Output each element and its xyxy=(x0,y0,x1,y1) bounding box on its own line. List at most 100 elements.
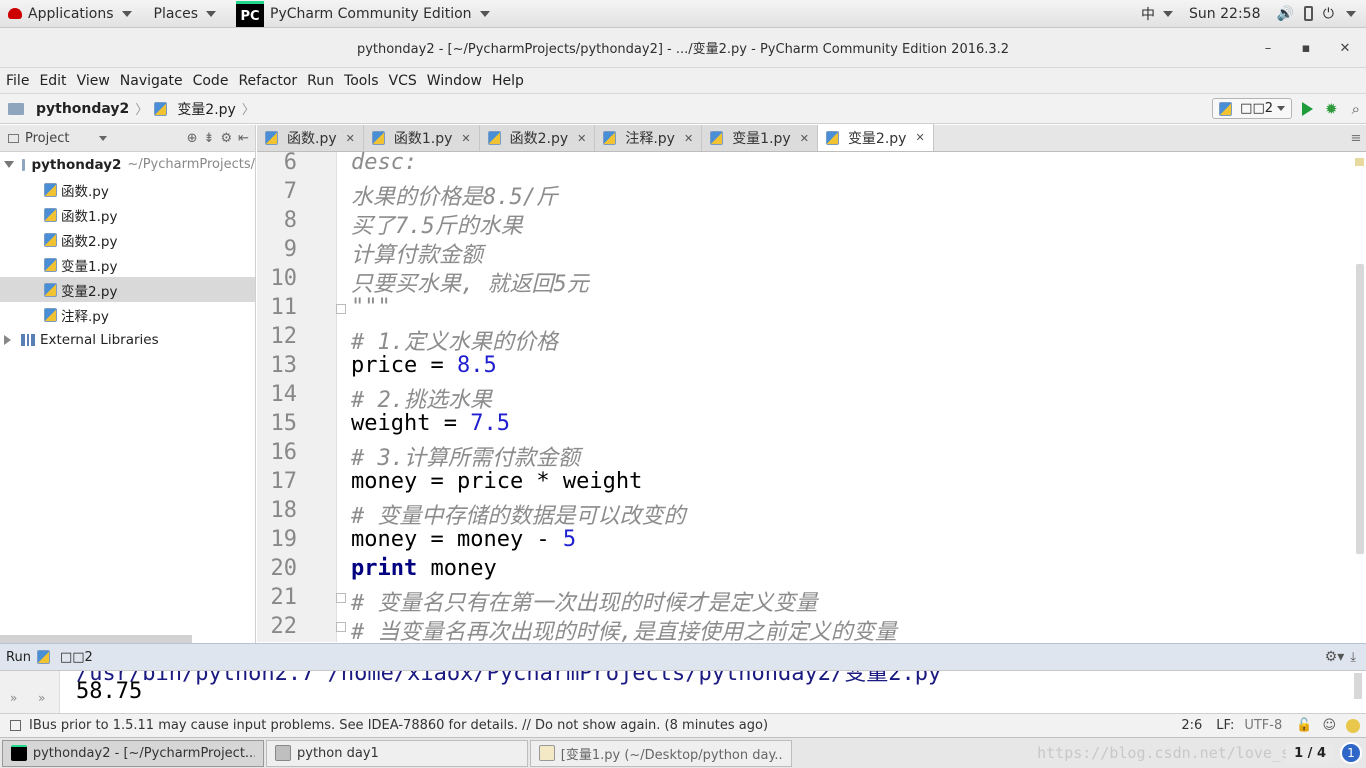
run-console[interactable]: » » /usr/bin/python2.7 /home/xiaox/Pycha… xyxy=(0,671,1366,713)
fold-marker-icon[interactable] xyxy=(336,304,346,314)
console-scrollbar[interactable] xyxy=(1354,673,1362,699)
caret-position[interactable]: 2:6 xyxy=(1181,718,1202,733)
settings-gear-icon[interactable]: ⚙▾ xyxy=(1325,649,1345,665)
tab-hanshu[interactable]: 函数.py ✕ xyxy=(257,125,364,151)
task-python-day1[interactable]: python day1 xyxy=(266,739,528,767)
editor-vertical-scrollbar[interactable] xyxy=(1356,264,1364,554)
menu-tools[interactable]: Tools xyxy=(344,73,387,89)
system-menu[interactable]: 🔊 ⏻ xyxy=(1268,0,1366,28)
lock-icon[interactable]: 🔓 xyxy=(1296,718,1312,733)
clock[interactable]: Sun 22:58 xyxy=(1181,0,1268,28)
task-gedit[interactable]: [变量1.py (~/Desktop/python day... xyxy=(530,739,792,767)
menu-navigate[interactable]: Navigate xyxy=(120,73,191,89)
tree-root-folder[interactable]: pythonday2 ~/PycharmProjects/ xyxy=(0,152,255,177)
menu-vcs[interactable]: VCS xyxy=(389,73,425,89)
fold-marker-icon[interactable] xyxy=(336,622,346,632)
fold-marker-icon[interactable] xyxy=(336,593,346,603)
task-pycharm[interactable]: pythonday2 - [~/PycharmProject... xyxy=(2,739,264,767)
project-view-select[interactable]: Project xyxy=(25,131,69,146)
debug-button[interactable]: ✹ xyxy=(1325,100,1338,118)
menu-window[interactable]: Window xyxy=(427,73,490,89)
tab-menu-icon[interactable]: ≡ xyxy=(1346,125,1366,151)
chevron-down-icon[interactable] xyxy=(99,135,108,141)
top-panel: Applications Places PC PyCharm Community… xyxy=(0,0,1366,28)
collapse-all-icon[interactable]: ⇟ xyxy=(204,131,215,146)
close-tab-icon[interactable]: ✕ xyxy=(461,132,470,145)
tab-zhushi[interactable]: 注释.py ✕ xyxy=(595,125,703,151)
code-token: money = money - xyxy=(351,527,563,552)
applications-menu[interactable]: Applications xyxy=(0,0,140,28)
status-message[interactable]: IBus prior to 1.5.11 may cause input pro… xyxy=(29,718,768,733)
analysis-marker-icon[interactable] xyxy=(1355,158,1364,166)
close-tab-icon[interactable]: ✕ xyxy=(577,132,586,145)
settings-gear-icon[interactable]: ⚙ xyxy=(220,131,232,146)
tree-file-item[interactable]: 注释.py xyxy=(0,302,255,327)
code-editor[interactable]: 6 7 8 9 10 11 12 13 14 15 16 17 18 19 20… xyxy=(257,152,1366,642)
close-tab-icon[interactable]: ✕ xyxy=(915,131,924,144)
python-file-icon xyxy=(1219,101,1233,116)
window-titlebar: pythonday2 - [~/PycharmProjects/pythonda… xyxy=(0,28,1366,68)
line-number: 8 xyxy=(283,208,297,233)
run-config-select[interactable]: □□2 xyxy=(1212,98,1293,119)
active-app-menu[interactable]: PC PyCharm Community Edition xyxy=(228,0,497,28)
file-encoding[interactable]: UTF-8 xyxy=(1244,718,1282,733)
python-file-icon xyxy=(710,131,724,145)
event-log-icon[interactable] xyxy=(10,720,21,731)
run-panel-label[interactable]: Run xyxy=(6,650,31,665)
tab-label: 函数.py xyxy=(287,131,337,147)
tab-label: 变量1.py xyxy=(732,131,791,147)
breadcrumb-file[interactable]: 变量2.py xyxy=(177,99,236,119)
input-method-menu[interactable]: 中 xyxy=(1133,0,1181,28)
menu-run[interactable]: Run xyxy=(307,73,342,89)
expand-arrow-icon[interactable] xyxy=(4,334,11,345)
python-file-icon xyxy=(487,131,501,145)
menu-edit[interactable]: Edit xyxy=(39,73,74,89)
horizontal-scrollbar[interactable] xyxy=(0,635,192,643)
tab-bianliang1[interactable]: 变量1.py ✕ xyxy=(702,125,818,151)
menu-help[interactable]: Help xyxy=(492,73,532,89)
maximize-button[interactable]: ▪ xyxy=(1294,36,1318,60)
inspector-icon[interactable]: ☺ xyxy=(1322,718,1336,733)
run-button[interactable] xyxy=(1302,101,1314,116)
tree-file-item[interactable]: 函数.py xyxy=(0,177,255,202)
places-menu[interactable]: Places xyxy=(146,0,225,28)
tab-label: 函数1.py xyxy=(393,131,453,147)
tab-hanshu1[interactable]: 函数1.py ✕ xyxy=(363,125,480,151)
close-window-button[interactable]: ✕ xyxy=(1333,36,1357,60)
close-tab-icon[interactable]: ✕ xyxy=(346,132,355,145)
notification-badge[interactable]: 1 xyxy=(1340,742,1362,764)
badge-count: 1 xyxy=(1347,746,1355,760)
breadcrumb-separator-icon: 〉 xyxy=(241,103,255,118)
line-separator[interactable]: LF: xyxy=(1216,718,1234,733)
menu-refactor[interactable]: Refactor xyxy=(238,73,305,89)
tree-file-item[interactable]: 函数1.py xyxy=(0,202,255,227)
tree-external-libraries[interactable]: External Libraries xyxy=(0,327,255,352)
tab-bianliang2-active[interactable]: 变量2.py ✕ xyxy=(817,124,934,151)
locate-icon[interactable]: ⊕ xyxy=(187,131,198,146)
workspace-indicator[interactable]: 1 / 4 xyxy=(1286,743,1334,763)
root-folder-path: ~/PycharmProjects/ xyxy=(127,157,255,172)
hide-panel-icon[interactable]: ⇤ xyxy=(238,131,249,146)
line-number: 21 xyxy=(270,585,298,610)
line-number: 22 xyxy=(270,614,298,639)
tree-file-item-selected[interactable]: 变量2.py xyxy=(0,277,255,302)
expand-toolbar-icon[interactable]: » xyxy=(38,691,45,705)
tree-file-item[interactable]: 变量1.py xyxy=(0,252,255,277)
menu-file[interactable]: File xyxy=(6,73,37,89)
code-line: money = money - 5 xyxy=(351,527,576,552)
breadcrumb-project[interactable]: pythonday2 xyxy=(36,101,129,117)
notification-icon[interactable] xyxy=(1346,718,1360,733)
menu-bar: File Edit View Navigate Code Refactor Ru… xyxy=(0,68,1366,93)
menu-code[interactable]: Code xyxy=(193,73,237,89)
close-tab-icon[interactable]: ✕ xyxy=(800,132,809,145)
expand-toolbar-icon[interactable]: » xyxy=(10,691,17,705)
tab-hanshu2[interactable]: 函数2.py ✕ xyxy=(479,125,596,151)
expand-arrow-icon[interactable] xyxy=(4,161,14,168)
search-everywhere-icon[interactable]: ⌕ xyxy=(1352,100,1360,118)
menu-view[interactable]: View xyxy=(77,73,118,89)
close-tab-icon[interactable]: ✕ xyxy=(684,132,693,145)
tree-file-item[interactable]: 函数2.py xyxy=(0,227,255,252)
hide-panel-icon[interactable]: ⤓ xyxy=(1350,650,1356,665)
file-name: 函数.py xyxy=(61,183,109,200)
minimize-button[interactable]: – xyxy=(1256,36,1280,60)
